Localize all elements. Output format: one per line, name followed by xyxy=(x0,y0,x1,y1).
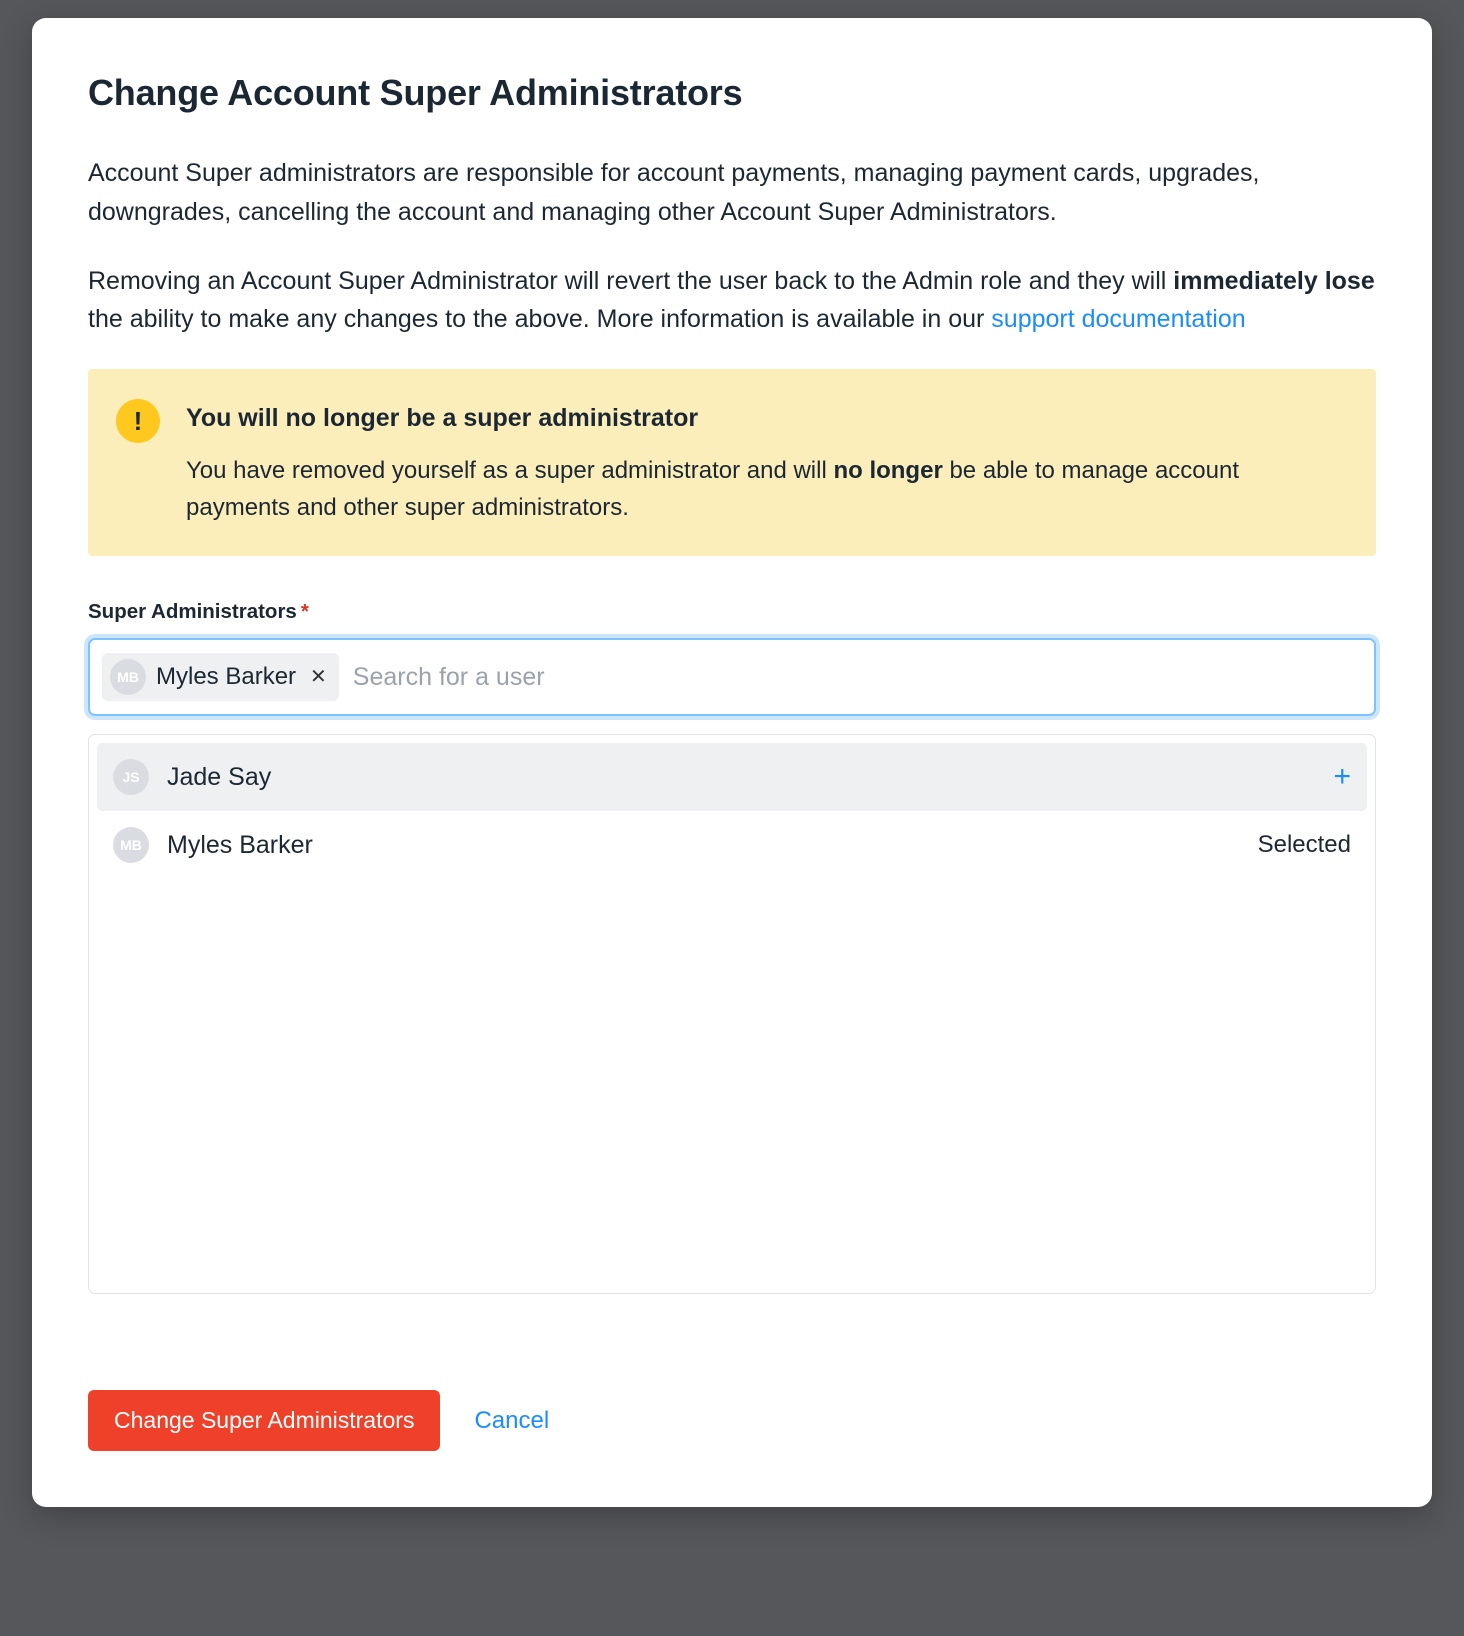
chip-username: Myles Barker xyxy=(156,663,296,691)
dialog-description-2-strong: immediately lose xyxy=(1173,267,1374,295)
avatar: MB xyxy=(110,659,146,695)
selected-user-chip: MB Myles Barker ✕ xyxy=(102,653,339,701)
user-option-name: Myles Barker xyxy=(167,831,313,860)
dialog-description-2: Removing an Account Super Administrator … xyxy=(88,262,1376,340)
warning-alert-text: You have removed yourself as a super adm… xyxy=(186,452,1348,526)
user-option-selected-label: Selected xyxy=(1258,831,1351,859)
cancel-button[interactable]: Cancel xyxy=(474,1407,549,1435)
dialog-footer: Change Super Administrators Cancel xyxy=(88,1390,1376,1451)
dialog-description-2-suffix: the ability to make any changes to the a… xyxy=(88,305,991,333)
warning-alert: ! You will no longer be a super administ… xyxy=(88,369,1376,556)
modal-overlay: Change Account Super Administrators Acco… xyxy=(0,0,1464,1636)
change-super-admins-button[interactable]: Change Super Administrators xyxy=(88,1390,440,1451)
add-user-icon[interactable]: + xyxy=(1333,762,1351,792)
warning-alert-body: You will no longer be a super administra… xyxy=(186,399,1348,526)
user-option-myles-barker[interactable]: MB Myles Barker Selected xyxy=(97,811,1367,879)
required-asterisk: * xyxy=(301,600,309,623)
avatar: JS xyxy=(113,759,149,795)
dialog-description-1: Account Super administrators are respons… xyxy=(88,154,1376,232)
dialog-title: Change Account Super Administrators xyxy=(88,72,1376,114)
warning-alert-strong: no longer xyxy=(833,457,942,484)
warning-alert-title: You will no longer be a super administra… xyxy=(186,399,1348,438)
dialog-description-2-prefix: Removing an Account Super Administrator … xyxy=(88,267,1173,295)
change-super-admins-dialog: Change Account Super Administrators Acco… xyxy=(32,18,1432,1507)
support-documentation-link[interactable]: support documentation xyxy=(991,305,1245,333)
user-search-input[interactable] xyxy=(353,663,1362,692)
chip-remove-icon[interactable]: ✕ xyxy=(310,667,327,687)
field-label-text: Super Administrators xyxy=(88,600,297,623)
user-dropdown-list: JS Jade Say + MB Myles Barker Selected xyxy=(88,734,1376,1294)
user-option-jade-say[interactable]: JS Jade Say + xyxy=(97,743,1367,811)
super-admins-field-label: Super Administrators* xyxy=(88,600,1376,624)
avatar: MB xyxy=(113,827,149,863)
user-option-name: Jade Say xyxy=(167,763,271,792)
super-admins-input[interactable]: MB Myles Barker ✕ xyxy=(88,638,1376,716)
warning-icon: ! xyxy=(116,399,160,443)
warning-alert-prefix: You have removed yourself as a super adm… xyxy=(186,457,833,484)
